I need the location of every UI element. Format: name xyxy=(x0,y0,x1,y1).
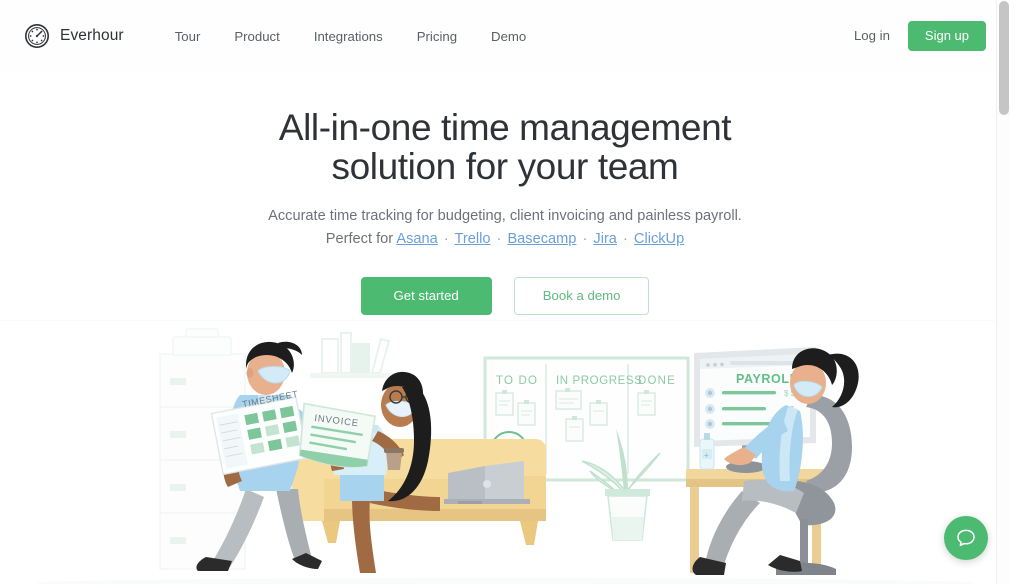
main-nav: Tour Product Integrations Pricing Demo xyxy=(158,23,544,50)
chat-bubble-icon xyxy=(957,529,975,547)
separator-dot: · xyxy=(443,230,449,247)
hero-title-line-1: All-in-one time management xyxy=(278,107,732,148)
brand-name: Everhour xyxy=(60,27,124,44)
page-title: All-in-one time management solution for … xyxy=(0,107,1010,188)
hero-illustration: TO DO IN PROGRESS DONE TIMESHEET INVOICE… xyxy=(0,320,1010,584)
header-actions: Log in Sign up xyxy=(850,20,986,52)
separator-dot: · xyxy=(496,230,502,247)
site-header: Everhour Tour Product Integrations Prici… xyxy=(0,0,1010,72)
kanban-column-todo: TO DO xyxy=(496,375,538,387)
nav-item-pricing[interactable]: Pricing xyxy=(400,23,474,50)
integration-link-clickup[interactable]: ClickUp xyxy=(634,231,684,247)
hero-section: All-in-one time management solution for … xyxy=(0,72,1010,316)
payroll-label: PAYROLL xyxy=(736,372,798,386)
book-a-demo-button[interactable]: Book a demo xyxy=(513,276,650,316)
separator-dot: · xyxy=(582,230,588,247)
page-root: Everhour Tour Product Integrations Prici… xyxy=(0,0,1010,584)
kanban-column-done: DONE xyxy=(638,375,676,387)
integration-link-basecamp[interactable]: Basecamp xyxy=(507,231,576,247)
login-link[interactable]: Log in xyxy=(850,22,894,49)
chat-support-button[interactable] xyxy=(944,516,988,560)
hero-title-line-2: solution for your team xyxy=(331,146,679,188)
nav-item-product[interactable]: Product xyxy=(217,23,296,50)
hero-integrations-line: Perfect for Asana · Trello · Basecamp · … xyxy=(0,229,1010,250)
person-seated-woman xyxy=(330,371,440,573)
brand-logo-link[interactable]: Everhour xyxy=(24,23,124,49)
integration-link-trello[interactable]: Trello xyxy=(455,231,491,247)
perfect-for-label: Perfect for xyxy=(325,230,394,247)
hero-cta-row: Get started Book a demo xyxy=(0,276,1010,316)
integration-link-jira[interactable]: Jira xyxy=(593,231,617,247)
scrollbar-thumb[interactable] xyxy=(999,1,1009,115)
clock-timer-icon xyxy=(24,23,50,49)
hero-illustration-svg: TO DO IN PROGRESS DONE TIMESHEET INVOICE… xyxy=(35,328,975,584)
page-scrollbar[interactable] xyxy=(996,0,1010,584)
svg-text:+: + xyxy=(704,451,709,460)
kanban-column-in-progress: IN PROGRESS xyxy=(556,375,642,387)
hero-subtitle: Accurate time tracking for budgeting, cl… xyxy=(0,206,1010,249)
get-started-button[interactable]: Get started xyxy=(360,276,492,316)
hero-subtitle-text: Accurate time tracking for budgeting, cl… xyxy=(268,208,742,225)
nav-item-integrations[interactable]: Integrations xyxy=(297,23,400,50)
separator-dot: · xyxy=(622,230,628,247)
signup-button[interactable]: Sign up xyxy=(907,20,986,52)
nav-item-demo[interactable]: Demo xyxy=(474,23,543,50)
integration-link-asana[interactable]: Asana xyxy=(396,231,437,247)
nav-item-tour[interactable]: Tour xyxy=(158,23,218,50)
